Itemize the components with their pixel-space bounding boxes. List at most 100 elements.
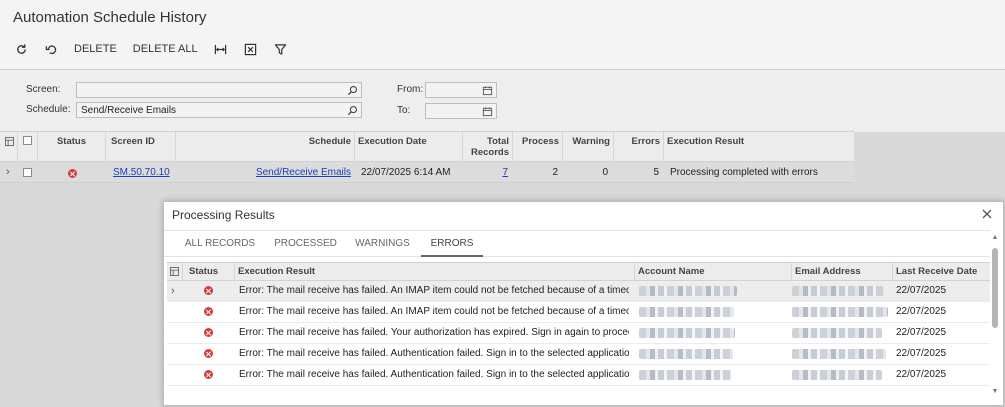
calendar-icon[interactable] <box>482 85 493 96</box>
execution-result-value: Processing completed with errors <box>670 167 818 178</box>
screen-id-header[interactable]: Screen ID <box>106 132 176 161</box>
select-all-cell <box>18 132 38 161</box>
status-header[interactable]: Status <box>38 132 106 161</box>
schedule-input[interactable]: Send/Receive Emails <box>76 102 362 118</box>
vertical-scrollbar[interactable]: ▲ ▼ <box>991 234 999 398</box>
table-row[interactable]: Error: The mail receive has failed. Auth… <box>167 365 990 386</box>
tab-warnings[interactable]: WARNINGS <box>349 231 416 257</box>
error-status-icon <box>68 169 77 178</box>
grid-header: Status Screen ID Schedule Execution Date… <box>0 131 854 162</box>
screen-label: Screen: <box>26 84 61 95</box>
from-label: From: <box>397 84 424 95</box>
undo-button[interactable] <box>36 38 66 60</box>
process-header[interactable]: Process <box>513 132 563 161</box>
account-name-redacted <box>639 370 731 380</box>
search-icon[interactable] <box>347 105 358 116</box>
schedule-header[interactable]: Schedule <box>176 132 355 161</box>
row-checkbox[interactable] <box>23 168 32 177</box>
schedule-label: Schedule: <box>26 104 71 115</box>
to-label: To: <box>397 105 411 116</box>
last-receive-date: 22/07/2025 <box>896 369 947 380</box>
error-status-icon <box>204 328 213 337</box>
results-execution-result-header[interactable]: Execution Result <box>235 263 635 280</box>
account-name-redacted <box>639 328 735 338</box>
from-date-input[interactable] <box>425 82 497 98</box>
refresh-icon <box>16 43 26 54</box>
last-receive-date: 22/07/2025 <box>896 306 947 317</box>
toolbar: DELETE DELETE ALL <box>6 38 296 60</box>
screen-input[interactable] <box>76 82 362 98</box>
account-name-redacted <box>639 286 737 296</box>
filter-area: Screen: Schedule: Send/Receive Emails Fr… <box>0 70 1005 132</box>
scroll-up-icon[interactable]: ▲ <box>991 234 999 242</box>
results-column-settings-button[interactable] <box>167 263 183 280</box>
fit-columns-button[interactable] <box>206 38 236 60</box>
dialog-title: Processing Results <box>172 208 275 222</box>
warning-value: 0 <box>602 167 608 178</box>
table-row[interactable]: Error: The mail receive has failed. An I… <box>167 302 990 323</box>
row-expand-chevron-icon[interactable]: › <box>6 162 16 183</box>
select-all-checkbox[interactable] <box>23 136 32 145</box>
processing-results-dialog: Processing Results ALL RECORDS PROCESSED… <box>163 201 1004 406</box>
process-value: 2 <box>552 167 558 178</box>
email-address-redacted <box>792 307 888 317</box>
screen-id-value[interactable]: SM.50.70.10 <box>113 167 170 178</box>
last-receive-date-header[interactable]: Last Receive Date <box>893 263 990 280</box>
page-title: Automation Schedule History <box>13 9 207 26</box>
email-address-header[interactable]: Email Address <box>792 263 893 280</box>
undo-icon <box>45 44 56 54</box>
schedule-value: Send/Receive Emails <box>81 105 177 116</box>
execution-result-text: Error: The mail receive has failed. An I… <box>239 285 629 296</box>
grid-settings-icon <box>5 137 14 146</box>
column-settings-button[interactable] <box>0 132 18 161</box>
error-status-icon <box>204 349 213 358</box>
close-icon[interactable] <box>981 208 993 220</box>
last-receive-date: 22/07/2025 <box>896 327 947 338</box>
account-name-redacted <box>639 349 733 359</box>
excel-export-button[interactable] <box>236 38 266 60</box>
tab-errors[interactable]: ERRORS <box>421 231 483 257</box>
total-records-header-line-2: Records <box>470 147 509 158</box>
execution-result-text: Error: The mail receive has failed. Auth… <box>239 348 629 359</box>
errors-header[interactable]: Errors <box>614 132 664 161</box>
table-row[interactable]: Error: The mail receive has failed. Your… <box>167 323 990 344</box>
screen-id-link[interactable]: SM.50.70.10 <box>113 162 173 183</box>
total-records-value[interactable]: 7 <box>502 167 508 178</box>
search-icon[interactable] <box>347 85 358 96</box>
table-row[interactable]: › Error: The mail receive has failed. An… <box>167 281 990 302</box>
total-records-link[interactable]: 7 <box>463 162 508 183</box>
error-status-icon <box>204 370 213 379</box>
execution-date-header[interactable]: Execution Date <box>355 132 463 161</box>
refresh-button[interactable] <box>6 38 36 60</box>
row-selected-chevron-icon: › <box>171 285 175 297</box>
delete-button[interactable]: DELETE <box>66 38 125 60</box>
table-row[interactable]: Error: The mail receive has failed. Auth… <box>167 344 990 365</box>
to-date-input[interactable] <box>425 103 497 119</box>
schedule-value[interactable]: Send/Receive Emails <box>256 167 351 178</box>
error-status-icon <box>204 286 213 295</box>
execution-result-header[interactable]: Execution Result <box>664 132 854 161</box>
account-name-header[interactable]: Account Name <box>635 263 792 280</box>
scroll-down-icon[interactable]: ▼ <box>991 388 999 396</box>
table-row[interactable]: › SM.50.70.10 Send/Receive Emails 22/07/… <box>0 162 854 183</box>
email-address-redacted <box>792 370 882 380</box>
filter-button[interactable] <box>266 38 296 60</box>
schedule-link[interactable]: Send/Receive Emails <box>176 162 351 183</box>
delete-all-button[interactable]: DELETE ALL <box>125 38 206 60</box>
execution-date-value: 22/07/2025 6:14 AM <box>361 167 451 178</box>
error-status-icon <box>204 307 213 316</box>
account-name-redacted <box>639 307 734 317</box>
email-address-redacted <box>792 286 884 296</box>
tab-processed[interactable]: PROCESSED <box>268 231 343 257</box>
total-records-header[interactable]: Total Records <box>463 132 513 161</box>
warning-header[interactable]: Warning <box>563 132 614 161</box>
calendar-icon[interactable] <box>482 106 493 117</box>
email-address-redacted <box>792 349 886 359</box>
results-grid-header: Status Execution Result Account Name Ema… <box>167 262 990 281</box>
scrollbar-thumb[interactable] <box>992 248 998 328</box>
last-receive-date: 22/07/2025 <box>896 285 947 296</box>
results-status-header[interactable]: Status <box>183 263 235 280</box>
tab-all-records[interactable]: ALL RECORDS <box>178 231 262 257</box>
filter-icon <box>274 43 287 55</box>
fit-columns-icon <box>214 44 227 54</box>
